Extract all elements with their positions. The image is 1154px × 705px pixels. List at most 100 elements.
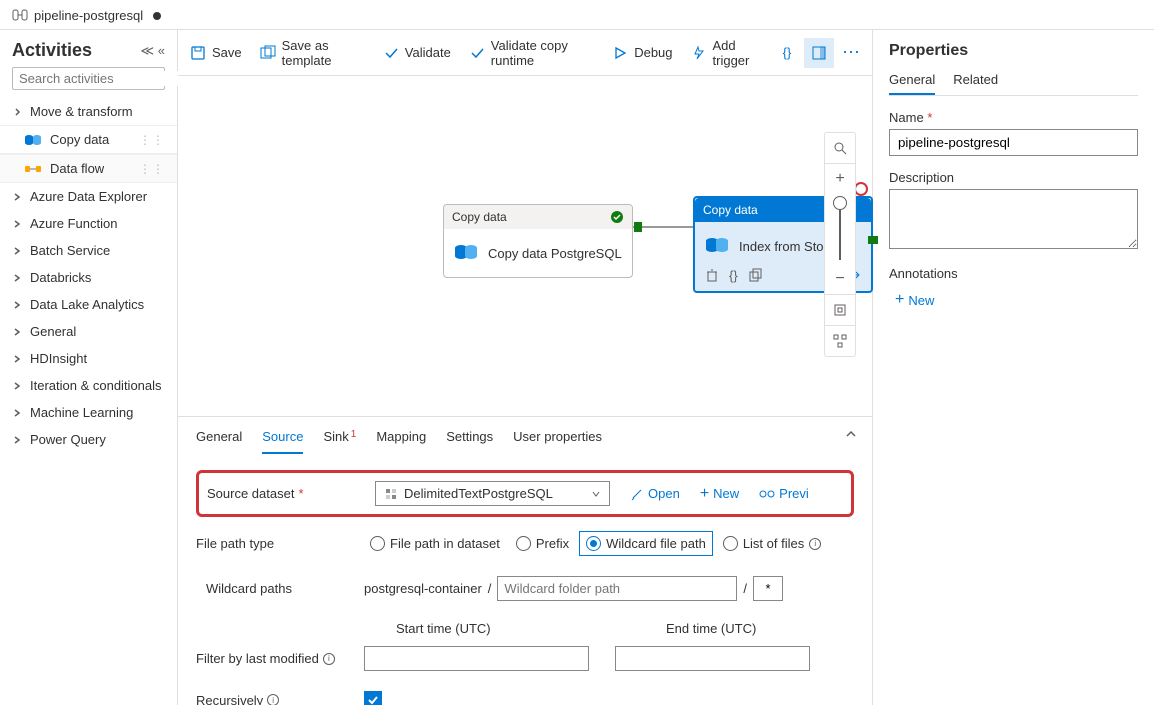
save-button[interactable]: Save xyxy=(182,32,250,74)
chevron-right-icon xyxy=(12,327,22,337)
wildcard-folder-input[interactable] xyxy=(497,576,737,601)
radio-file-path-dataset[interactable]: File path in dataset xyxy=(364,532,506,555)
drag-handle-icon: ⋮⋮ xyxy=(139,162,165,176)
more-icon: ⋯ xyxy=(842,42,860,63)
canvas-node-postgresql[interactable]: Copy data Copy data PostgreSQL xyxy=(443,204,633,278)
play-icon xyxy=(612,45,628,61)
tab-mapping[interactable]: Mapping xyxy=(376,429,426,454)
category-data-lake[interactable]: Data Lake Analytics xyxy=(0,291,177,318)
plus-icon: + xyxy=(895,291,904,309)
braces-icon[interactable]: {} xyxy=(729,268,738,283)
category-move-transform[interactable]: Move & transform xyxy=(0,98,177,125)
chevron-right-icon xyxy=(12,192,22,202)
tab-title: pipeline-postgresql xyxy=(34,8,143,23)
category-azure-function[interactable]: Azure Function xyxy=(0,210,177,237)
layout-button[interactable] xyxy=(825,326,855,356)
open-dataset-button[interactable]: Open xyxy=(630,486,680,501)
trigger-icon xyxy=(691,45,707,61)
plus-icon: + xyxy=(835,170,844,188)
connector-line xyxy=(633,226,693,228)
save-template-button[interactable]: Save as template xyxy=(252,32,373,74)
fit-screen-button[interactable] xyxy=(825,295,855,325)
radio-prefix[interactable]: Prefix xyxy=(510,532,575,555)
zoom-in-button[interactable]: + xyxy=(825,164,855,194)
category-batch-service[interactable]: Batch Service xyxy=(0,237,177,264)
wildcard-file-input[interactable] xyxy=(753,576,783,601)
file-tab[interactable]: pipeline-postgresql xyxy=(0,2,173,29)
props-name-input[interactable] xyxy=(889,129,1138,156)
data-flow-icon xyxy=(24,162,42,176)
info-icon: i xyxy=(323,653,335,665)
zoom-out-button[interactable]: − xyxy=(825,264,855,294)
category-machine-learning[interactable]: Machine Learning xyxy=(0,399,177,426)
preview-icon xyxy=(759,488,775,500)
props-tab-related[interactable]: Related xyxy=(953,72,998,95)
category-databricks[interactable]: Databricks xyxy=(0,264,177,291)
chevron-right-icon xyxy=(12,273,22,283)
chevron-right-icon xyxy=(12,300,22,310)
info-icon: i xyxy=(809,538,821,550)
activities-heading: Activities xyxy=(12,40,92,61)
success-icon xyxy=(610,210,624,224)
radio-wildcard[interactable]: Wildcard file path xyxy=(579,531,713,556)
preview-button[interactable]: Previ xyxy=(759,486,809,501)
wildcard-container-text: postgresql-container xyxy=(364,581,482,596)
search-activities-input[interactable] xyxy=(12,67,165,90)
validate-runtime-button[interactable]: Validate copy runtime xyxy=(461,32,602,74)
category-azure-data-explorer[interactable]: Azure Data Explorer xyxy=(0,183,177,210)
pencil-icon xyxy=(630,487,644,501)
copy-data-icon xyxy=(705,236,729,256)
checkmark-icon xyxy=(383,45,399,61)
recursively-checkbox[interactable] xyxy=(364,691,382,705)
properties-button[interactable] xyxy=(804,38,834,68)
checkmark-icon xyxy=(367,694,379,705)
end-time-label: End time (UTC) xyxy=(666,621,756,636)
tab-user-properties[interactable]: User properties xyxy=(513,429,602,454)
new-dataset-button[interactable]: +New xyxy=(700,485,739,503)
minus-icon: − xyxy=(835,270,844,288)
chevron-right-icon xyxy=(12,381,22,391)
collapse-sidebar-button[interactable]: ≪ « xyxy=(141,43,165,59)
chevron-right-icon xyxy=(12,219,22,229)
chevron-right-icon xyxy=(12,435,22,445)
tab-general[interactable]: General xyxy=(196,429,242,454)
category-hdinsight[interactable]: HDInsight xyxy=(0,345,177,372)
props-description-input[interactable] xyxy=(889,189,1138,249)
chevron-right-icon xyxy=(12,408,22,418)
tab-source[interactable]: Source xyxy=(262,429,303,454)
tab-sink[interactable]: Sink1 xyxy=(323,429,356,454)
radio-list-files[interactable]: List of files i xyxy=(717,532,827,555)
tab-settings[interactable]: Settings xyxy=(446,429,493,454)
copy-icon[interactable] xyxy=(748,268,762,282)
add-annotation-button[interactable]: + New xyxy=(895,291,1138,309)
trash-icon[interactable] xyxy=(705,268,719,282)
source-dataset-select[interactable]: DelimitedTextPostgreSQL xyxy=(375,481,610,506)
fit-icon xyxy=(833,303,847,317)
validate-button[interactable]: Validate xyxy=(375,32,459,74)
code-view-button[interactable]: {} xyxy=(772,38,802,68)
debug-button[interactable]: Debug xyxy=(604,32,680,74)
node-title: Copy data PostgreSQL xyxy=(488,246,622,261)
copy-data-icon xyxy=(454,243,478,263)
activity-data-flow[interactable]: Data flow ⋮⋮ xyxy=(0,154,177,183)
category-power-query[interactable]: Power Query xyxy=(0,426,177,453)
props-tab-general[interactable]: General xyxy=(889,72,935,95)
start-time-input[interactable] xyxy=(364,646,589,671)
category-general[interactable]: General xyxy=(0,318,177,345)
collapse-detail-button[interactable] xyxy=(844,427,858,444)
add-trigger-button[interactable]: Add trigger xyxy=(683,32,773,74)
layout-icon xyxy=(833,334,847,348)
category-iteration[interactable]: Iteration & conditionals xyxy=(0,372,177,399)
connector-port-out xyxy=(868,236,878,244)
search-icon xyxy=(833,141,847,155)
zoom-slider[interactable] xyxy=(825,194,855,264)
info-icon: i xyxy=(267,694,279,705)
canvas-search-button[interactable] xyxy=(825,133,855,163)
chevron-up-icon xyxy=(844,427,858,441)
braces-icon: {} xyxy=(783,45,792,60)
chevron-right-icon xyxy=(12,354,22,364)
end-time-input[interactable] xyxy=(615,646,810,671)
chevron-right-icon xyxy=(12,246,22,256)
activity-copy-data[interactable]: Copy data ⋮⋮ xyxy=(0,125,177,154)
more-button[interactable]: ⋯ xyxy=(836,38,866,68)
